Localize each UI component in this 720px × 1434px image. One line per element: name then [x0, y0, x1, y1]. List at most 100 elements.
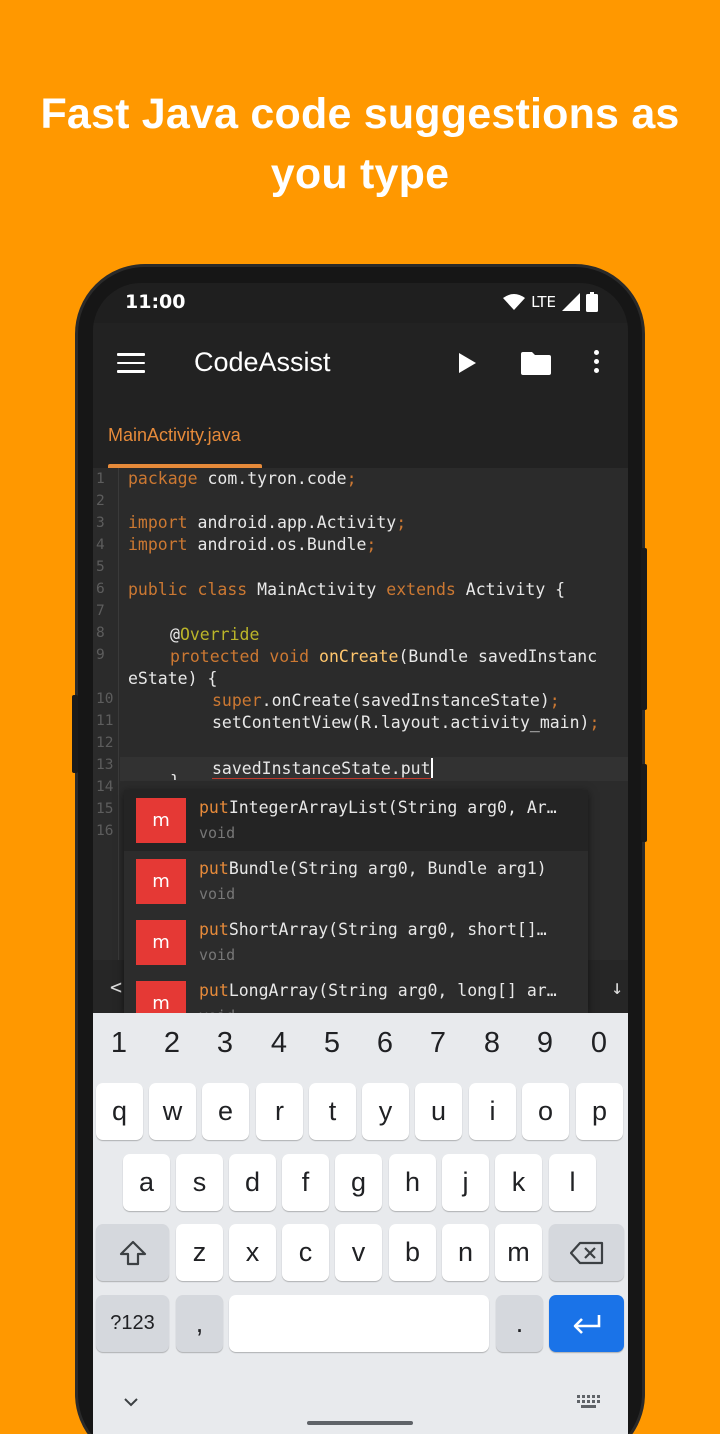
line-number: 4: [96, 537, 105, 553]
key-y[interactable]: y: [362, 1083, 409, 1140]
key-1[interactable]: 1: [99, 1027, 139, 1060]
chevron-down-icon[interactable]: [123, 1397, 139, 1407]
code-line: protected void onCreate(Bundle savedInst…: [170, 647, 598, 666]
key-b[interactable]: b: [389, 1224, 436, 1281]
code-line: setContentView(R.layout.activity_main);: [212, 713, 600, 732]
key-z[interactable]: z: [176, 1224, 223, 1281]
line-number: 9: [96, 647, 105, 663]
promo-headline: Fast Java code suggestions as you type: [0, 84, 720, 204]
network-label: LTE: [531, 293, 556, 311]
key-x[interactable]: x: [229, 1224, 276, 1281]
key-8[interactable]: 8: [472, 1027, 512, 1060]
key-m[interactable]: m: [495, 1224, 542, 1281]
symbols-key[interactable]: ?123: [96, 1295, 169, 1352]
key-6[interactable]: 6: [365, 1027, 405, 1060]
key-f[interactable]: f: [282, 1154, 329, 1211]
keyboard-nav-row: [93, 1375, 628, 1434]
code-line: eState) {: [128, 669, 218, 688]
shift-key[interactable]: [96, 1224, 169, 1281]
backspace-key[interactable]: [549, 1224, 624, 1281]
completion-signature: putBundle(String arg0, Bundle arg1): [199, 859, 547, 878]
line-number: 8: [96, 625, 105, 641]
cell-signal-icon: [562, 293, 580, 311]
app-bar: CodeAssist: [93, 323, 628, 403]
enter-key[interactable]: [549, 1295, 624, 1352]
keyboard-switch-icon[interactable]: [577, 1395, 601, 1409]
phone-screen: 11:00 LTE CodeAssist MainActivity.java 1…: [93, 283, 628, 1434]
line-number: 1: [96, 471, 105, 487]
period-key[interactable]: .: [496, 1295, 543, 1352]
key-d[interactable]: d: [229, 1154, 276, 1211]
run-play-icon[interactable]: [459, 353, 476, 373]
code-line: package com.tyron.code;: [128, 469, 357, 488]
line-number: 12: [96, 735, 114, 751]
line-number: 7: [96, 603, 105, 619]
key-3[interactable]: 3: [205, 1027, 245, 1060]
completion-signature: putShortArray(String arg0, short[]…: [199, 920, 547, 939]
line-number: 13: [96, 757, 114, 773]
arrow-down-icon[interactable]: ↓: [611, 975, 623, 999]
hamburger-menu-icon[interactable]: [117, 353, 145, 373]
key-i[interactable]: i: [469, 1083, 516, 1140]
home-indicator[interactable]: [307, 1421, 413, 1425]
file-tab-bar: MainActivity.java: [93, 403, 628, 468]
phone-side-button: [641, 764, 647, 842]
key-0[interactable]: 0: [579, 1027, 619, 1060]
space-key[interactable]: [229, 1295, 489, 1352]
line-number: 14: [96, 779, 114, 795]
folder-icon[interactable]: [521, 351, 551, 375]
completion-item[interactable]: m putLongArray(String arg0, long[] ar… v…: [124, 973, 588, 1014]
line-number: 3: [96, 515, 105, 531]
phone-side-button: [641, 548, 647, 710]
completion-signature: putLongArray(String arg0, long[] ar…: [199, 981, 557, 1000]
key-s[interactable]: s: [176, 1154, 223, 1211]
code-line: import android.os.Bundle;: [128, 535, 377, 554]
code-line-active: savedInstanceState.put: [212, 758, 433, 779]
key-q[interactable]: q: [96, 1083, 143, 1140]
key-t[interactable]: t: [309, 1083, 356, 1140]
symbol-key[interactable]: <: [110, 975, 122, 999]
key-g[interactable]: g: [335, 1154, 382, 1211]
key-c[interactable]: c: [282, 1224, 329, 1281]
key-a[interactable]: a: [123, 1154, 170, 1211]
key-7[interactable]: 7: [418, 1027, 458, 1060]
line-number: 15: [96, 801, 114, 817]
wifi-icon: [503, 294, 526, 310]
key-v[interactable]: v: [335, 1224, 382, 1281]
key-k[interactable]: k: [495, 1154, 542, 1211]
line-number-gutter: 1 2 3 4 5 6 7 8 9 10 11 12 13 14 15 16: [93, 468, 119, 1013]
line-number: 11: [96, 713, 114, 729]
completion-item[interactable]: m putShortArray(String arg0, short[]… vo…: [124, 912, 588, 973]
more-options-icon[interactable]: [594, 350, 600, 376]
line-number: 5: [96, 559, 105, 575]
line-number: 6: [96, 581, 105, 597]
completion-signature: putIntegerArrayList(String arg0, Ar…: [199, 798, 557, 817]
key-n[interactable]: n: [442, 1224, 489, 1281]
code-line: super.onCreate(savedInstanceState);: [212, 691, 560, 710]
key-5[interactable]: 5: [312, 1027, 352, 1060]
key-4[interactable]: 4: [259, 1027, 299, 1060]
key-e[interactable]: e: [202, 1083, 249, 1140]
comma-key[interactable]: ,: [176, 1295, 223, 1352]
key-p[interactable]: p: [576, 1083, 623, 1140]
tab-main-activity[interactable]: MainActivity.java: [108, 425, 241, 446]
key-l[interactable]: l: [549, 1154, 596, 1211]
number-row: 1 2 3 4 5 6 7 8 9 0: [93, 1013, 628, 1075]
key-2[interactable]: 2: [152, 1027, 192, 1060]
key-w[interactable]: w: [149, 1083, 196, 1140]
key-h[interactable]: h: [389, 1154, 436, 1211]
status-time: 11:00: [125, 291, 186, 313]
key-r[interactable]: r: [256, 1083, 303, 1140]
code-line: @Override: [170, 625, 260, 644]
promo-headline-line1: Fast Java code suggestions as: [40, 90, 680, 138]
completion-return-type: void: [199, 885, 236, 903]
completion-item[interactable]: m putIntegerArrayList(String arg0, Ar… v…: [124, 790, 588, 851]
completion-item[interactable]: m putBundle(String arg0, Bundle arg1) vo…: [124, 851, 588, 912]
key-u[interactable]: u: [415, 1083, 462, 1140]
key-j[interactable]: j: [442, 1154, 489, 1211]
line-number: 16: [96, 823, 114, 839]
completion-popup: m putIntegerArrayList(String arg0, Ar… v…: [124, 790, 588, 1014]
phone-side-button: [72, 695, 78, 773]
key-9[interactable]: 9: [525, 1027, 565, 1060]
key-o[interactable]: o: [522, 1083, 569, 1140]
